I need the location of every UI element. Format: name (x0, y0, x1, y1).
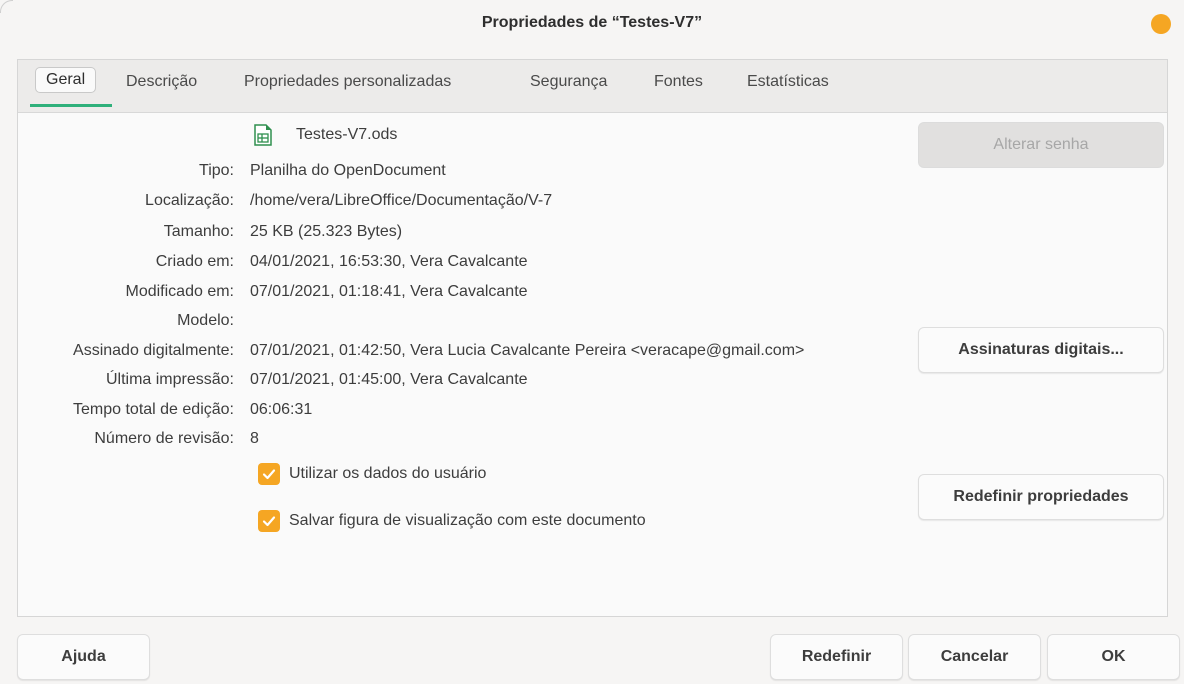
label-tempo-total-edicao: Tempo total de edição: (73, 401, 234, 418)
tab-propriedades-personalizadas[interactable]: Propriedades personalizadas (244, 73, 451, 91)
label-tipo: Tipo: (199, 162, 234, 179)
change-password-button[interactable]: Alterar senha (918, 122, 1164, 168)
tab-geral[interactable]: Geral (35, 67, 97, 93)
label-criado-em: Criado em: (155, 253, 234, 270)
window-title: Propriedades de “Testes-V7” (481, 14, 703, 31)
title-bar: Propriedades de “Testes-V7” (0, 0, 1184, 48)
value-modificado-em: 07/01/2021, 01:18:41, Vera Cavalcante (250, 283, 528, 300)
label-tamanho: Tamanho: (163, 223, 234, 240)
checkmark-icon (262, 469, 276, 480)
checkmark-icon (262, 516, 276, 527)
value-tempo-total-edicao: 06:06:31 (250, 401, 313, 418)
label-modificado-em: Modificado em: (125, 283, 235, 300)
file-name: Testes-V7.ods (296, 126, 398, 143)
value-criado-em: 04/01/2021, 16:53:30, Vera Cavalcante (250, 253, 528, 270)
tab-panel: Geral Descrição Propriedades personaliza… (17, 59, 1168, 617)
use-user-data-checkbox[interactable] (258, 463, 280, 485)
window-corner (0, 0, 13, 13)
active-tab-indicator (30, 104, 112, 107)
digital-signatures-button[interactable]: Assinaturas digitais... (918, 327, 1164, 373)
label-assinado-digitalmente: Assinado digitalmente: (73, 342, 234, 359)
label-ultima-impressao: Última impressão: (105, 371, 234, 388)
value-numero-revisao: 8 (250, 430, 259, 447)
reset-properties-button[interactable]: Redefinir propriedades (918, 474, 1164, 520)
value-assinado-digitalmente: 07/01/2021, 01:42:50, Vera Lucia Cavalca… (250, 342, 805, 359)
label-localizacao: Localização: (145, 192, 234, 209)
save-preview-label[interactable]: Salvar figura de visualização com este d… (289, 512, 646, 530)
value-ultima-impressao: 07/01/2021, 01:45:00, Vera Cavalcante (250, 371, 528, 388)
value-localizacao: /home/vera/LibreOffice/Documentação/V-7 (250, 192, 553, 209)
save-preview-checkbox[interactable] (258, 510, 280, 532)
window-control-dot[interactable] (1151, 14, 1171, 34)
tab-fontes[interactable]: Fontes (654, 73, 703, 91)
tab-seguranca[interactable]: Segurança (530, 73, 607, 91)
label-modelo: Modelo: (177, 312, 234, 329)
ok-button[interactable]: OK (1047, 634, 1180, 680)
use-user-data-label[interactable]: Utilizar os dados do usuário (289, 465, 486, 483)
label-numero-revisao: Número de revisão: (94, 430, 234, 447)
cancel-button[interactable]: Cancelar (908, 634, 1041, 680)
reset-button[interactable]: Redefinir (770, 634, 903, 680)
value-tamanho: 25 KB (25.323 Bytes) (250, 223, 403, 240)
tab-descricao[interactable]: Descrição (126, 73, 197, 91)
spreadsheet-file-icon (254, 124, 272, 146)
tab-bar: Geral Descrição Propriedades personaliza… (18, 60, 1167, 113)
help-button[interactable]: Ajuda (17, 634, 150, 680)
tab-estatisticas[interactable]: Estatísticas (747, 73, 829, 91)
value-tipo: Planilha do OpenDocument (250, 162, 446, 179)
